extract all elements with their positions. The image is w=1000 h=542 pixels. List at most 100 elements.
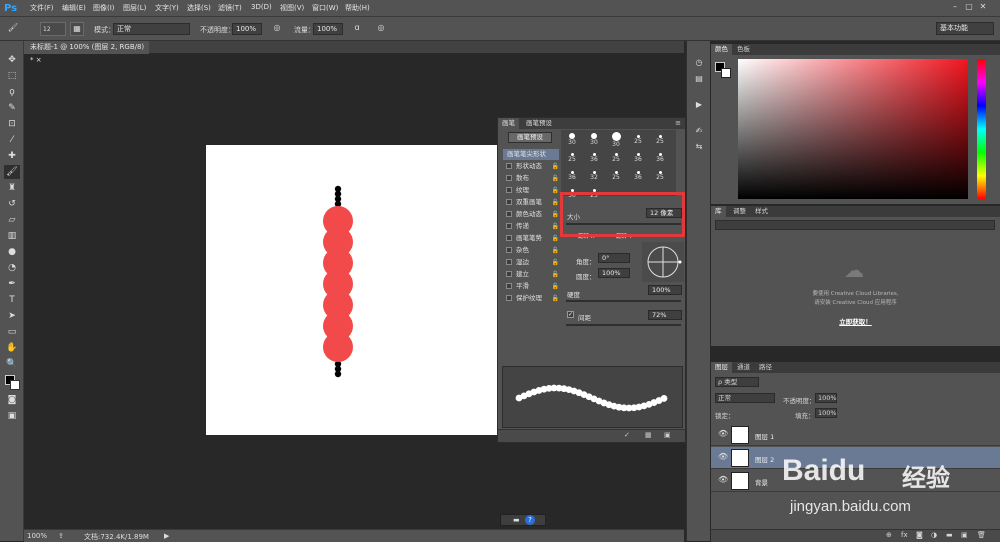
tab-color[interactable]: 颜色 <box>711 44 732 55</box>
brush-option-item[interactable]: 形状动态 🔓 <box>503 161 559 172</box>
lock-icon[interactable]: 🔓 <box>552 281 559 292</box>
hand-tool-icon[interactable]: ✋ <box>4 341 20 355</box>
menu-view[interactable]: 视图(V) <box>280 3 304 13</box>
lasso-tool-icon[interactable]: ϙ <box>4 85 20 99</box>
brush-tip[interactable]: 36 <box>649 148 671 164</box>
properties-icon[interactable]: ▤ <box>692 73 706 85</box>
lock-icon[interactable]: 🔓 <box>552 269 559 280</box>
option-checkbox[interactable] <box>506 235 512 241</box>
spacing-slider[interactable] <box>566 324 681 326</box>
option-checkbox[interactable] <box>506 295 512 301</box>
link-layers-icon[interactable]: ⊕ <box>886 531 892 539</box>
brush-option-item[interactable]: 纹理 🔓 <box>503 185 559 196</box>
tab-brush-presets[interactable]: 画笔预设 <box>522 118 556 129</box>
color-bg-swatch[interactable] <box>721 68 731 78</box>
gradient-tool-icon[interactable]: ▥ <box>4 229 20 243</box>
document-tab[interactable]: 未标题-1 @ 100% (图层 2, RGB/8) * × <box>24 41 149 64</box>
background-color-swatch[interactable] <box>10 380 20 390</box>
menu-layer[interactable]: 图层(L) <box>123 3 146 13</box>
history-brush-icon[interactable]: ↺ <box>4 197 20 211</box>
tab-libraries[interactable]: 库 <box>711 206 726 217</box>
blend-mode-select[interactable]: 正常 <box>715 393 775 403</box>
minimize-button[interactable]: – <box>948 1 962 13</box>
toggle-bristle-icon[interactable]: ✓ <box>624 431 630 439</box>
lock-icon[interactable]: 🔓 <box>552 233 559 244</box>
brush-option-item[interactable]: 画笔笔尖形状 <box>503 149 559 160</box>
spacing-checkbox[interactable]: ✓ <box>567 311 574 318</box>
tab-layers[interactable]: 图层 <box>711 362 732 373</box>
quick-mask-icon[interactable]: ◙ <box>4 393 20 407</box>
layer-row[interactable]: 👁 图层 1 <box>711 424 1000 446</box>
brush-tip-grid[interactable]: 30 30 30 25 25 25 36 25 36 36 36 32 25 36 25 50 25 <box>561 130 676 199</box>
pressure-size-icon[interactable]: ◎ <box>374 22 388 36</box>
menu-edit[interactable]: 编辑(E) <box>62 3 86 13</box>
brush-presets-button[interactable]: 画笔预设 <box>508 132 552 143</box>
type-tool-icon[interactable]: T <box>4 293 20 307</box>
blur-tool-icon[interactable]: ● <box>4 245 20 259</box>
lock-icon[interactable]: 🔓 <box>552 185 559 196</box>
help-icon[interactable]: ? <box>525 515 535 525</box>
panel-menu-icon[interactable]: ≡ <box>675 119 681 127</box>
roundness-input[interactable]: 100% <box>598 268 630 278</box>
brush-option-item[interactable]: 画笔笔势 🔓 <box>503 233 559 244</box>
brush-option-item[interactable]: 湿边 🔓 <box>503 257 559 268</box>
healing-tool-icon[interactable]: ✚ <box>4 149 20 163</box>
group-icon[interactable]: ▬ <box>946 531 953 539</box>
stamp-tool-icon[interactable]: ♜ <box>4 181 20 195</box>
adjustment-icon[interactable]: ◑ <box>931 531 937 539</box>
fx-icon[interactable]: fx <box>901 531 908 539</box>
tab-brush[interactable]: 画笔 <box>498 118 519 129</box>
lock-icon[interactable]: 🔓 <box>552 257 559 268</box>
menu-help[interactable]: 帮助(H) <box>345 3 370 13</box>
brush-tip[interactable]: 36 <box>583 148 605 164</box>
grid-icon[interactable]: ▦ <box>645 431 652 439</box>
shape-tool-icon[interactable]: ▭ <box>4 325 20 339</box>
layer-filter-select[interactable]: ρ 类型 <box>715 377 759 387</box>
option-checkbox[interactable] <box>506 187 512 193</box>
option-checkbox[interactable] <box>506 211 512 217</box>
airbrush-icon[interactable]: ɑ <box>350 22 364 36</box>
history-icon[interactable]: ◷ <box>692 57 706 69</box>
flow-input[interactable]: 100% <box>313 23 343 35</box>
maximize-button[interactable]: ▢ <box>962 1 976 13</box>
lock-icon[interactable]: 🔓 <box>552 245 559 256</box>
lock-icon[interactable]: 🔓 <box>552 221 559 232</box>
quick-select-tool-icon[interactable]: ✎ <box>4 101 20 115</box>
dodge-tool-icon[interactable]: ◔ <box>4 261 20 275</box>
option-checkbox[interactable] <box>506 175 512 181</box>
brush-tip[interactable]: 30 <box>605 130 627 148</box>
brush-tip[interactable]: 36 <box>627 148 649 164</box>
hue-slider[interactable] <box>977 59 986 199</box>
eraser-tool-icon[interactable]: ▱ <box>4 213 20 227</box>
angle-roundness-widget[interactable] <box>642 242 684 282</box>
brush-tip[interactable]: 25 <box>649 130 671 146</box>
folder-icon[interactable]: ▬ <box>513 516 520 524</box>
workspace-switcher[interactable]: 基本功能 <box>936 22 994 35</box>
eyedropper-tool-icon[interactable]: ⁄ <box>4 133 20 147</box>
tab-styles[interactable]: 样式 <box>751 206 772 217</box>
brush-tip[interactable]: 25 <box>605 166 627 182</box>
brush-tip[interactable]: 36 <box>561 166 583 182</box>
option-checkbox[interactable] <box>506 247 512 253</box>
menu-image[interactable]: 图像(I) <box>93 3 115 13</box>
pen-tool-icon[interactable]: ✒ <box>4 277 20 291</box>
brush-preset-picker[interactable]: 12 <box>40 22 66 36</box>
brush-option-item[interactable]: 平滑 🔓 <box>503 281 559 292</box>
close-window-button[interactable]: ✕ <box>976 1 990 13</box>
angle-input[interactable]: 0° <box>598 253 630 263</box>
share-icon[interactable]: ⇪ <box>58 532 64 540</box>
lock-icon[interactable]: 🔓 <box>552 161 559 172</box>
library-select[interactable] <box>715 220 995 230</box>
mode-select[interactable]: 正常 <box>113 23 190 35</box>
option-checkbox[interactable] <box>506 163 512 169</box>
menu-select[interactable]: 选择(S) <box>187 3 211 13</box>
menu-window[interactable]: 窗口(W) <box>312 3 338 13</box>
spacing-input[interactable]: 72% <box>648 310 682 320</box>
brush-option-item[interactable]: 双重画笔 🔓 <box>503 197 559 208</box>
option-checkbox[interactable] <box>506 283 512 289</box>
color-picker-field[interactable] <box>738 59 968 199</box>
option-checkbox[interactable] <box>506 271 512 277</box>
visibility-eye-icon[interactable]: 👁 <box>718 429 728 438</box>
lock-icon[interactable]: 🔓 <box>552 209 559 220</box>
brush-panel-icon[interactable]: ✍ <box>692 125 706 137</box>
